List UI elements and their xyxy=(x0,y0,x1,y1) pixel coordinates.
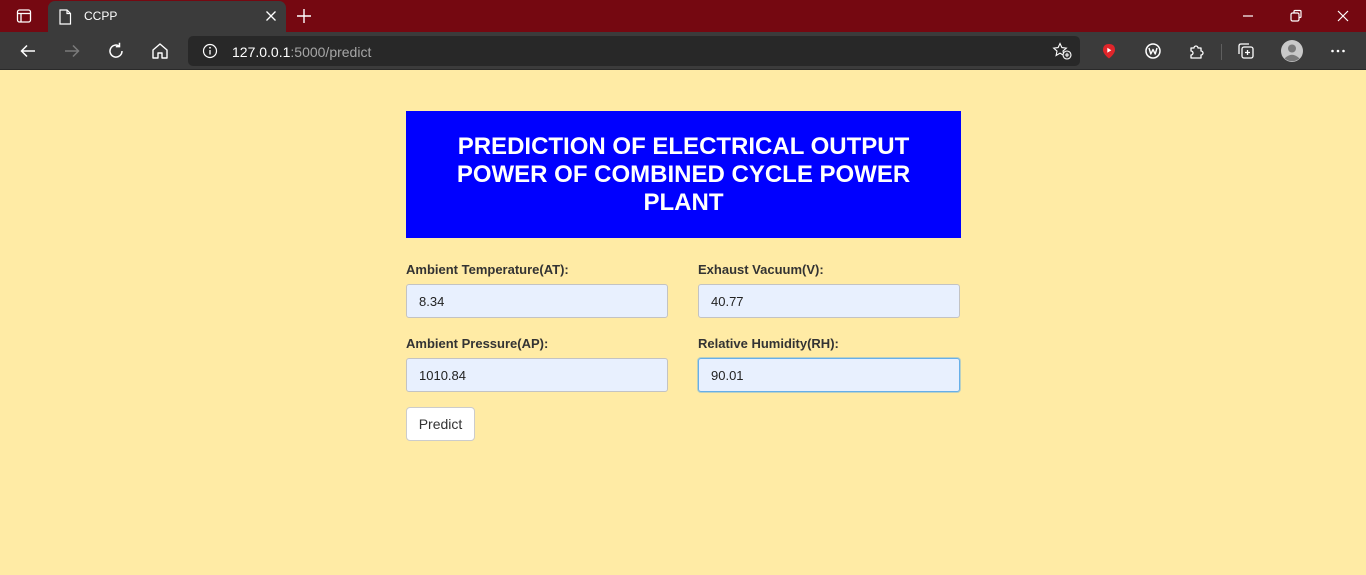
new-tab-icon[interactable] xyxy=(294,6,314,26)
relative-humidity-input[interactable] xyxy=(698,358,960,392)
home-button[interactable] xyxy=(149,40,171,62)
browser-tab-bar: CCPP xyxy=(0,0,1366,32)
url-path: :5000/predict xyxy=(290,44,372,60)
address-bar[interactable]: 127.0.0.1:5000/predict xyxy=(188,36,1080,66)
refresh-icon xyxy=(109,42,123,58)
page-header: PREDICTION OF ELECTRICAL OUTPUT POWER OF… xyxy=(406,111,961,238)
tab-actions-button[interactable] xyxy=(10,6,38,26)
ambient-temperature-label: Ambient Temperature(AT): xyxy=(406,262,569,277)
url-host: 127.0.0.1 xyxy=(232,44,291,60)
youtube-icon xyxy=(1103,44,1115,59)
back-button[interactable] xyxy=(17,40,39,62)
settings-more-button[interactable] xyxy=(1328,41,1348,61)
tab-actions-icon xyxy=(16,9,32,23)
collections-button[interactable] xyxy=(1236,41,1256,61)
forward-arrow-icon xyxy=(65,44,80,58)
exhaust-vacuum-label: Exhaust Vacuum(V): xyxy=(698,262,824,277)
add-favorite-icon[interactable] xyxy=(1052,42,1072,60)
ambient-temperature-input[interactable] xyxy=(406,284,668,318)
extensions-button[interactable] xyxy=(1187,41,1207,61)
restore-icon[interactable] xyxy=(1286,6,1306,26)
ambient-pressure-input[interactable] xyxy=(406,358,668,392)
close-tab-icon[interactable] xyxy=(264,9,278,23)
site-info-icon[interactable] xyxy=(202,43,218,59)
browser-tab-active[interactable]: CCPP xyxy=(48,1,286,32)
refresh-button[interactable] xyxy=(105,40,127,62)
ambient-pressure-label: Ambient Pressure(AP): xyxy=(406,336,549,351)
page-icon xyxy=(59,9,72,25)
page-title: PREDICTION OF ELECTRICAL OUTPUT POWER OF… xyxy=(456,132,911,216)
w-extension-button[interactable] xyxy=(1143,41,1163,61)
close-window-icon[interactable] xyxy=(1333,6,1353,26)
w-extension-icon xyxy=(1145,43,1161,59)
minimize-icon[interactable] xyxy=(1238,6,1258,26)
collections-icon xyxy=(1238,43,1254,59)
browser-toolbar: 127.0.0.1:5000/predict xyxy=(0,32,1366,70)
avatar-icon xyxy=(1281,40,1303,62)
toolbar-separator xyxy=(1221,44,1222,60)
profile-button[interactable] xyxy=(1280,39,1304,63)
back-arrow-icon xyxy=(20,44,35,58)
forward-button[interactable] xyxy=(61,40,83,62)
youtube-extension-button[interactable] xyxy=(1099,41,1119,61)
relative-humidity-label: Relative Humidity(RH): xyxy=(698,336,839,351)
predict-button[interactable]: Predict xyxy=(406,407,475,441)
url-text[interactable]: 127.0.0.1:5000/predict xyxy=(232,44,371,60)
tab-title: CCPP xyxy=(84,9,118,23)
home-icon xyxy=(152,43,168,59)
exhaust-vacuum-input[interactable] xyxy=(698,284,960,318)
puzzle-icon xyxy=(1190,45,1204,59)
more-options-icon xyxy=(1331,49,1345,53)
